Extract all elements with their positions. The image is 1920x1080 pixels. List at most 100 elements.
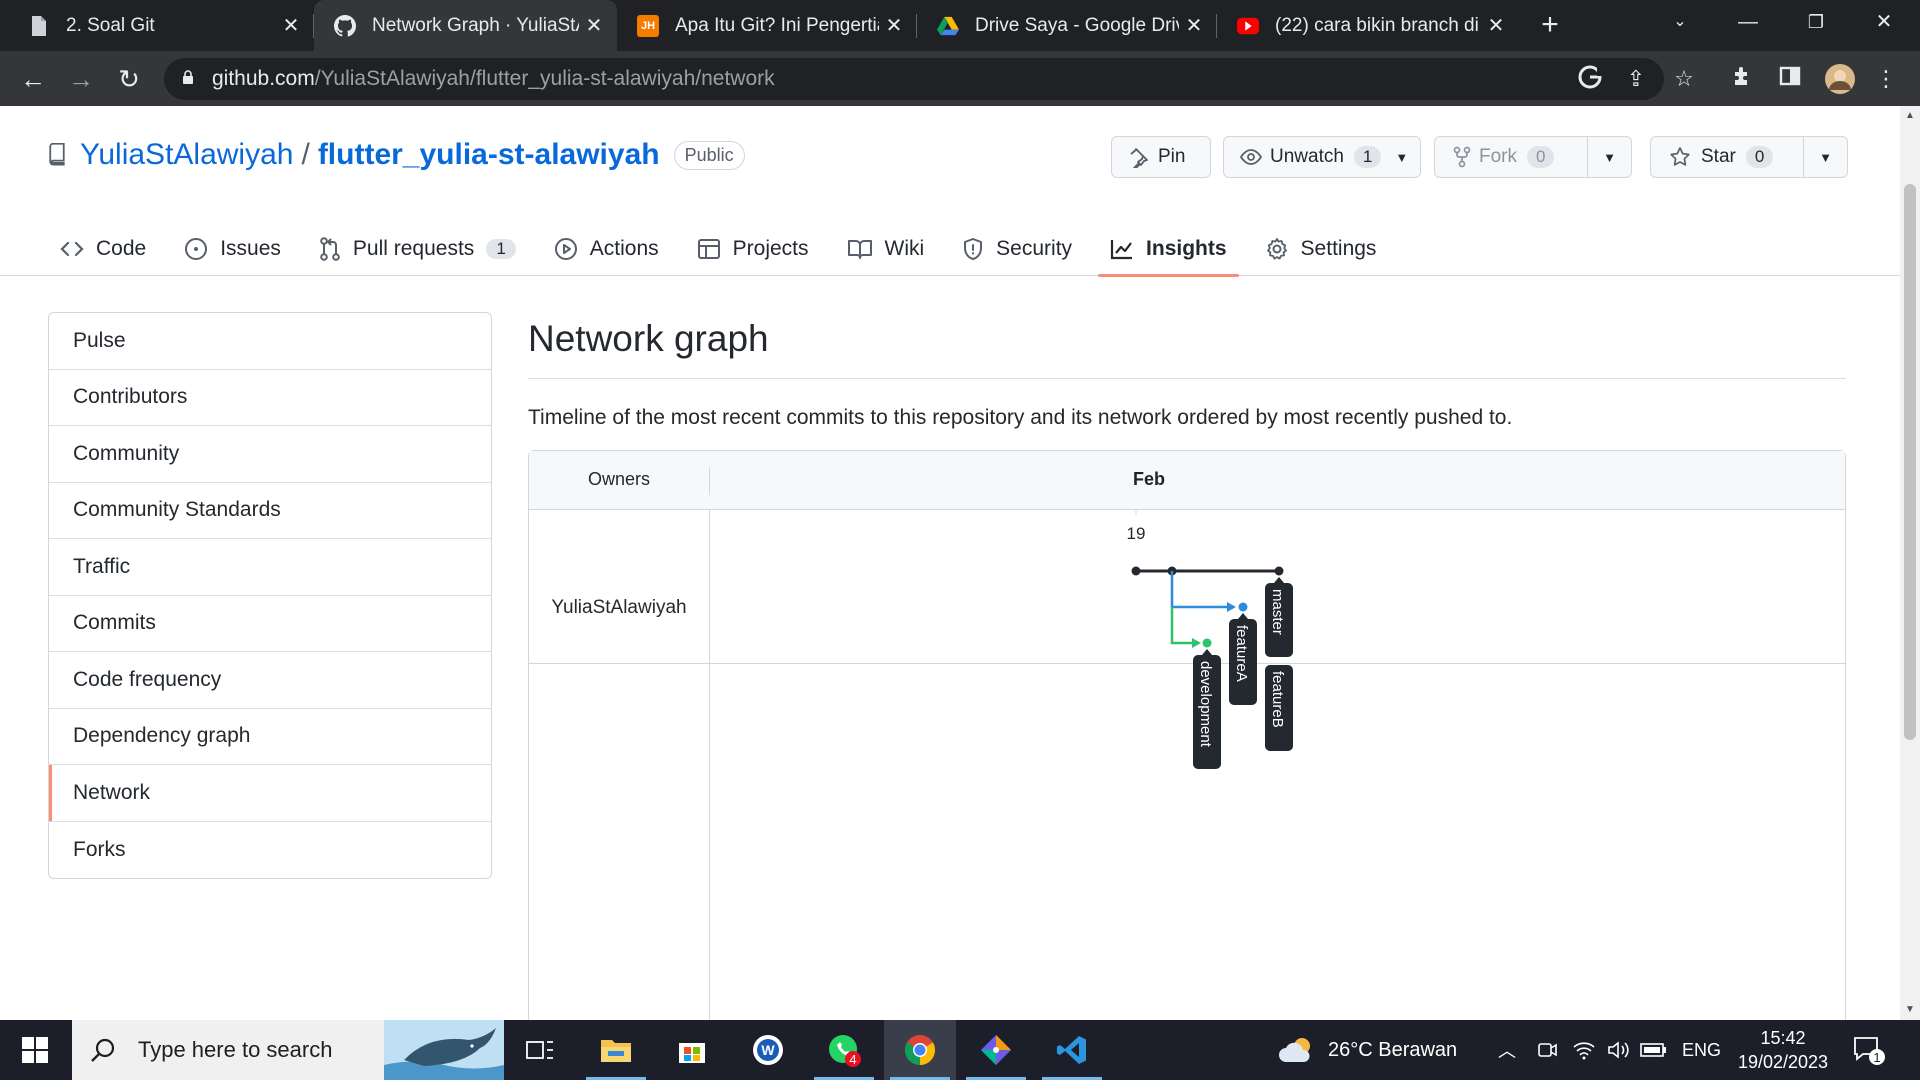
- menu-item-dependency-graph[interactable]: Dependency graph: [49, 709, 491, 765]
- tab-projects[interactable]: Projects: [685, 222, 821, 276]
- fork-count: 0: [1527, 146, 1555, 168]
- branch-label-featureB: featureB: [1265, 665, 1293, 751]
- tab-security[interactable]: Security: [950, 222, 1084, 276]
- menu-item-code-frequency[interactable]: Code frequency: [49, 652, 491, 709]
- wifi-icon[interactable]: [1572, 1020, 1596, 1080]
- whatsapp-icon[interactable]: 4: [808, 1020, 880, 1080]
- page-scrollbar[interactable]: ▲ ▼: [1900, 106, 1920, 1020]
- table-icon: [697, 237, 721, 261]
- volume-icon[interactable]: [1606, 1020, 1630, 1080]
- menu-item-pulse[interactable]: Pulse: [49, 313, 491, 370]
- close-tab-icon[interactable]: ✕: [579, 13, 609, 38]
- star-dropdown[interactable]: ▼: [1803, 137, 1847, 177]
- chrome-menu-icon[interactable]: ⋮: [1872, 65, 1900, 93]
- close-tab-icon[interactable]: ✕: [1481, 13, 1511, 38]
- browser-tab-active[interactable]: Network Graph · YuliaStAlawiyah ✕: [314, 0, 617, 51]
- tab-search-icon[interactable]: ⌄: [1650, 0, 1710, 44]
- tab-settings[interactable]: Settings: [1253, 222, 1389, 276]
- menu-item-community-standards[interactable]: Community Standards: [49, 483, 491, 539]
- word-icon[interactable]: W: [732, 1020, 804, 1080]
- tab-title: Network Graph · YuliaStAlawiyah: [372, 14, 579, 36]
- document-icon: [28, 15, 50, 37]
- close-tab-icon[interactable]: ✕: [879, 13, 909, 38]
- menu-item-contributors[interactable]: Contributors: [49, 370, 491, 426]
- close-tab-icon[interactable]: ✕: [1179, 13, 1209, 38]
- branch-name: development: [1197, 661, 1214, 748]
- tab-title: Apa Itu Git? Ini Pengertian: [675, 14, 879, 36]
- network-graph[interactable]: Owners Feb YuliaStAlawiyah 19 master fea…: [528, 450, 1846, 1051]
- menu-item-network[interactable]: Network: [49, 765, 491, 822]
- fork-button[interactable]: Fork 0 ▼: [1434, 136, 1632, 178]
- chrome-icon[interactable]: [884, 1020, 956, 1080]
- browser-tab[interactable]: (22) cara bikin branch di vs ✕: [1217, 0, 1519, 51]
- tab-code[interactable]: Code: [48, 222, 158, 276]
- share-icon[interactable]: ⇪: [1622, 65, 1650, 93]
- page-description: Timeline of the most recent commits to t…: [528, 406, 1513, 429]
- vscode-icon[interactable]: [1036, 1020, 1108, 1080]
- reload-icon[interactable]: ↻: [110, 60, 148, 98]
- repo-title: YuliaStAlawiyah / flutter_yulia-st-alawi…: [48, 138, 745, 172]
- repo-name-link[interactable]: flutter_yulia-st-alawiyah: [318, 138, 660, 172]
- menu-item-community[interactable]: Community: [49, 426, 491, 483]
- scrollbar-thumb[interactable]: [1904, 184, 1916, 740]
- scroll-up-arrow-icon[interactable]: ▲: [1900, 106, 1920, 126]
- show-hidden-icons-chevron-icon[interactable]: ︿: [1498, 1020, 1516, 1080]
- repo-owner-link[interactable]: YuliaStAlawiyah: [80, 138, 293, 172]
- back-arrow-icon[interactable]: ←: [14, 60, 52, 98]
- cloud-sun-icon: [1279, 1038, 1310, 1062]
- input-language[interactable]: ENG: [1682, 1020, 1721, 1080]
- browser-tab-strip: 2. Soal Git ✕ Network Graph · YuliaStAla…: [0, 0, 1920, 51]
- battery-icon[interactable]: [1640, 1020, 1668, 1080]
- forward-arrow-icon[interactable]: →: [62, 60, 100, 98]
- file-explorer-icon[interactable]: [580, 1020, 652, 1080]
- extensions-icon[interactable]: [1728, 65, 1756, 93]
- tab-issues[interactable]: Issues: [172, 222, 293, 276]
- pin-button[interactable]: Pin: [1111, 136, 1211, 178]
- windows-start-button[interactable]: [0, 1020, 70, 1080]
- branch-line-featureA: [1170, 571, 1234, 609]
- shield-icon: [962, 237, 984, 261]
- star-button[interactable]: Star 0 ▼: [1650, 136, 1848, 178]
- taskbar-clock[interactable]: 15:42 19/02/2023: [1728, 1026, 1838, 1074]
- address-bar[interactable]: github.com/YuliaStAlawiyah/flutter_yulia…: [164, 58, 1664, 100]
- browser-tab[interactable]: Drive Saya - Google Drive ✕: [917, 0, 1217, 51]
- minimize-button[interactable]: —: [1718, 0, 1778, 44]
- taskbar-search-box[interactable]: Type here to search: [72, 1020, 504, 1080]
- restore-button[interactable]: ❐: [1786, 0, 1846, 44]
- menu-item-forks[interactable]: Forks: [49, 822, 491, 879]
- google-icon[interactable]: [1576, 65, 1604, 93]
- profile-avatar[interactable]: [1824, 63, 1856, 95]
- branch-name: featureB: [1269, 671, 1286, 728]
- google-drive-icon: [937, 15, 959, 37]
- task-view-icon[interactable]: [504, 1020, 576, 1080]
- branch-name: master: [1269, 589, 1286, 635]
- git-client-icon[interactable]: [960, 1020, 1032, 1080]
- menu-item-traffic[interactable]: Traffic: [49, 539, 491, 596]
- tab-actions[interactable]: Actions: [542, 222, 671, 276]
- pull-request-icon: [319, 237, 341, 261]
- code-icon: [60, 239, 84, 259]
- tab-insights[interactable]: Insights: [1098, 222, 1239, 277]
- browser-tab[interactable]: 2. Soal Git ✕: [8, 0, 314, 51]
- tab-wiki[interactable]: Wiki: [835, 222, 937, 276]
- repository-header: YuliaStAlawiyah / flutter_yulia-st-alawi…: [0, 106, 1900, 277]
- microsoft-store-icon[interactable]: [656, 1020, 728, 1080]
- fork-dropdown[interactable]: ▼: [1587, 137, 1631, 177]
- new-tab-button[interactable]: +: [1532, 8, 1568, 44]
- bookmark-star-icon[interactable]: ☆: [1670, 65, 1698, 93]
- branch-label-featureA: featureA: [1229, 613, 1257, 705]
- windows-taskbar: Type here to search W 4 26°C Berawan ︿ E…: [0, 1020, 1920, 1080]
- notification-center-button[interactable]: 1: [1852, 1034, 1886, 1066]
- tab-pull-requests[interactable]: Pull requests 1: [307, 222, 528, 276]
- close-tab-icon[interactable]: ✕: [276, 13, 306, 38]
- side-panel-icon[interactable]: [1776, 65, 1804, 93]
- menu-item-commits[interactable]: Commits: [49, 596, 491, 652]
- repo-nav: Code Issues Pull requests 1 Actions Proj…: [48, 222, 1402, 277]
- play-icon: [554, 237, 578, 261]
- browser-tab[interactable]: JH Apa Itu Git? Ini Pengertian ✕: [617, 0, 917, 51]
- close-window-button[interactable]: ✕: [1854, 0, 1914, 44]
- scroll-down-arrow-icon[interactable]: ▼: [1900, 1000, 1920, 1020]
- meet-now-icon[interactable]: [1536, 1020, 1558, 1080]
- weather-widget[interactable]: 26°C Berawan: [1278, 1020, 1457, 1080]
- unwatch-button[interactable]: Unwatch 1 ▼: [1223, 136, 1421, 178]
